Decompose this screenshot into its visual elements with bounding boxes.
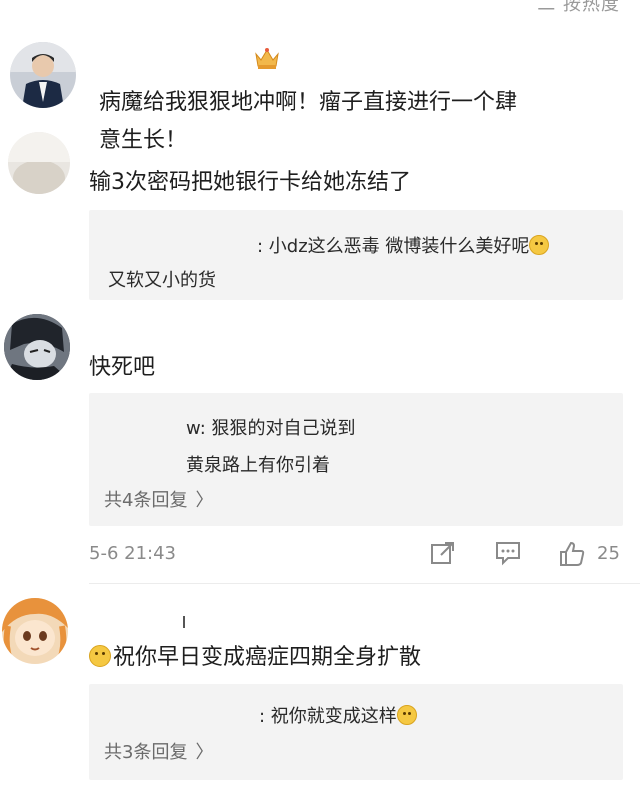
comment-timestamp: 5-6 21:43: [89, 543, 176, 564]
avatar[interactable]: [8, 132, 70, 194]
avatar[interactable]: [10, 42, 76, 108]
reply-box[interactable]: : 小dz这么恶毒 微博装什么美好呢 又软又小的货: [89, 210, 623, 300]
view-replies-link[interactable]: 共4条回复〉: [104, 486, 213, 512]
comments-page: 二 按热度 病魔给我狠狠地冲啊！瘤子直接进行一个肆 意生长！ 输3次密码把她银行…: [0, 0, 640, 787]
like-count: 25: [597, 543, 620, 564]
avatar[interactable]: [4, 314, 70, 380]
share-icon[interactable]: [430, 540, 456, 566]
smiley-emoji-icon: [89, 645, 111, 667]
thumbs-up-icon[interactable]: [558, 540, 586, 568]
comment-text: 意生长！: [99, 128, 188, 153]
view-replies-label: 共4条回复: [104, 490, 188, 511]
divider: [89, 583, 640, 584]
reply-line: 黄泉路上有你引着: [186, 455, 330, 476]
comment-body: 祝你早日变成癌症四期全身扩散: [113, 645, 422, 670]
comment-text: 快死吧: [89, 355, 156, 380]
smiley-emoji-icon: [529, 235, 550, 255]
reply-line: : 小dz这么恶毒 微博装什么美好呢: [257, 232, 550, 258]
reply-line: w: 狠狠的对自己说到: [186, 418, 356, 439]
comment-icon[interactable]: [494, 540, 522, 566]
reply-line: 又软又小的货: [108, 270, 216, 291]
avatar[interactable]: [2, 598, 68, 664]
reply-box[interactable]: w: 狠狠的对自己说到 黄泉路上有你引着 共4条回复〉: [89, 393, 623, 526]
view-replies-label: 共3条回复: [104, 742, 188, 763]
text-cursor-mark: [183, 616, 185, 628]
smiley-emoji-icon: [396, 705, 417, 725]
reply-text: : 小dz这么恶毒 微博装什么美好呢: [257, 236, 530, 257]
reply-text: : 祝你就变成这样: [259, 706, 397, 727]
chevron-right-icon: 〉: [195, 490, 214, 511]
view-replies-link[interactable]: 共3条回复〉: [104, 738, 213, 764]
comment-text: 病魔给我狠狠地冲啊！瘤子直接进行一个肆: [99, 90, 518, 115]
reply-box[interactable]: : 祝你就变成这样 共3条回复〉: [89, 684, 623, 780]
chevron-right-icon: 〉: [195, 742, 214, 763]
comment-text: 祝你早日变成癌症四期全身扩散: [89, 641, 421, 675]
crown-icon: [255, 48, 279, 69]
reply-line: : 祝你就变成这样: [259, 702, 417, 728]
sort-hint[interactable]: 二 按热度: [537, 0, 620, 16]
comment-text: 输3次密码把她银行卡给她冻结了: [89, 170, 411, 195]
